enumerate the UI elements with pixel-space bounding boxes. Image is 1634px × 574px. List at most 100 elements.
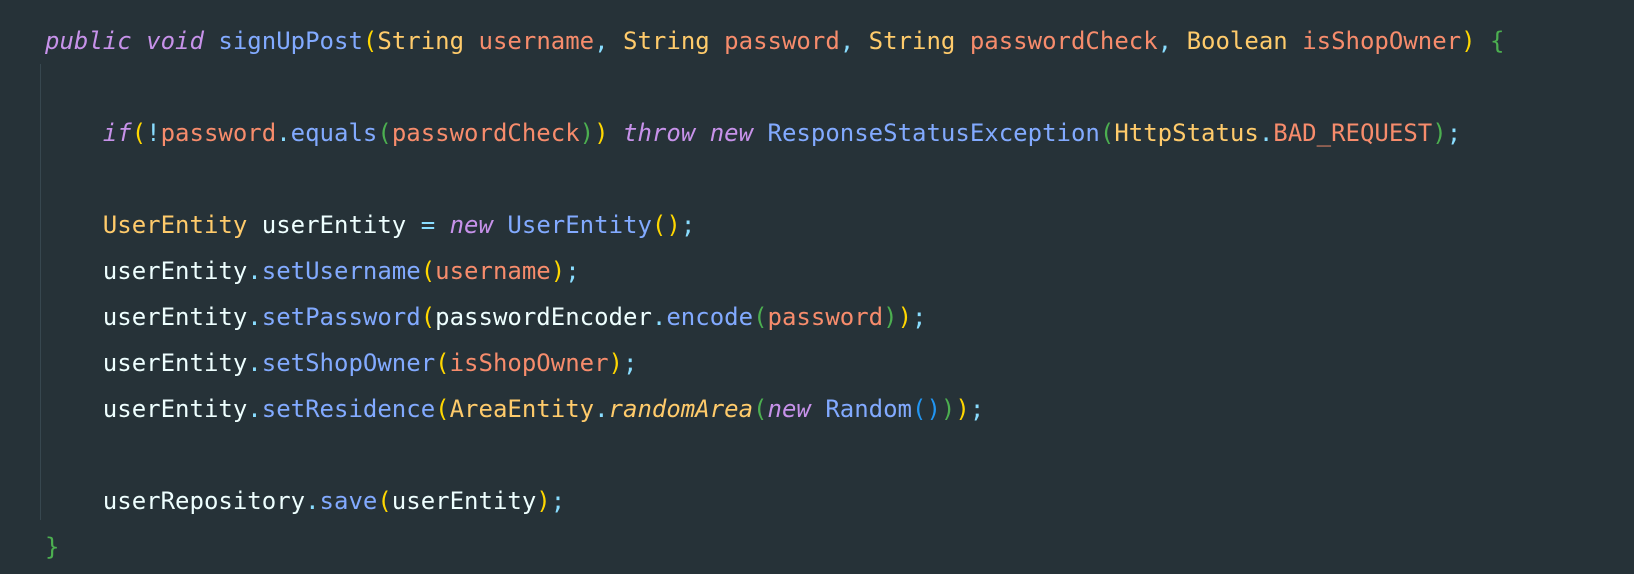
code-token: . bbox=[247, 395, 262, 423]
code-token: public bbox=[45, 27, 132, 55]
code-token: randomArea bbox=[608, 395, 754, 423]
code-token: . bbox=[594, 395, 609, 423]
indent-guide bbox=[40, 64, 41, 520]
code-line[interactable]: userEntity.setUsername(username); bbox=[45, 248, 1505, 294]
code-token: Boolean bbox=[1186, 27, 1288, 55]
code-token: ; bbox=[1446, 119, 1462, 147]
code-token: equals bbox=[290, 119, 378, 147]
code-line[interactable]: } bbox=[45, 524, 1505, 570]
code-token: . bbox=[651, 303, 667, 331]
code-token: ( bbox=[362, 27, 378, 55]
code-token: userEntity bbox=[102, 257, 248, 285]
code-token: ; bbox=[912, 303, 927, 331]
code-token: BAD_REQUEST bbox=[1273, 119, 1433, 147]
code-token: password bbox=[724, 27, 840, 55]
code-token: , bbox=[1157, 27, 1187, 55]
code-token: save bbox=[319, 487, 378, 515]
code-token: ( bbox=[377, 487, 392, 515]
code-token: AreaEntity bbox=[449, 395, 595, 423]
code-token: ( bbox=[753, 303, 768, 331]
code-line[interactable]: userRepository.save(userEntity); bbox=[45, 478, 1505, 524]
code-token: ) bbox=[1461, 27, 1476, 55]
code-line[interactable]: userEntity.setShopOwner(isShopOwner); bbox=[45, 340, 1505, 386]
code-token: isShopOwner bbox=[1302, 27, 1462, 55]
code-line[interactable]: public void signUpPost(String username, … bbox=[45, 18, 1505, 64]
code-token: String bbox=[377, 27, 465, 55]
code-line[interactable] bbox=[45, 156, 1505, 202]
code-token: ; bbox=[565, 257, 580, 285]
code-token: HttpStatus bbox=[1114, 119, 1259, 147]
code-token: ) bbox=[594, 119, 609, 147]
code-token: userEntity bbox=[102, 303, 248, 331]
code-token: . bbox=[276, 119, 291, 147]
code-token: if bbox=[102, 119, 132, 147]
code-token: () bbox=[912, 395, 941, 423]
code-token: ) bbox=[1432, 119, 1447, 147]
code-line[interactable]: userEntity.setResidence(AreaEntity.rando… bbox=[45, 386, 1505, 432]
code-token: ( bbox=[753, 395, 768, 423]
code-token: setPassword bbox=[261, 303, 421, 331]
code-token: ) bbox=[550, 257, 566, 285]
code-token: ) bbox=[897, 303, 913, 331]
code-token: ( bbox=[420, 257, 436, 285]
code-token: username bbox=[478, 27, 595, 55]
code-token: new bbox=[709, 119, 754, 147]
code-token: encode bbox=[666, 303, 754, 331]
code-token: userRepository bbox=[102, 487, 306, 515]
code-token: ) bbox=[940, 395, 956, 423]
code-line[interactable] bbox=[45, 432, 1505, 478]
code-token: void bbox=[146, 27, 204, 55]
code-editor[interactable]: public void signUpPost(String username, … bbox=[0, 0, 1634, 574]
code-token: UserEntity bbox=[507, 211, 652, 239]
code-token: . bbox=[1258, 119, 1274, 147]
code-token: setShopOwner bbox=[261, 349, 436, 377]
code-token: ; bbox=[623, 349, 638, 377]
code-token: userEntity bbox=[391, 487, 537, 515]
code-line[interactable]: if(!password.equals(passwordCheck)) thro… bbox=[45, 110, 1505, 156]
code-line[interactable] bbox=[45, 64, 1505, 110]
code-token: . bbox=[247, 257, 262, 285]
code-token: ) bbox=[536, 487, 551, 515]
code-token: ) bbox=[955, 395, 970, 423]
code-token: ( bbox=[1099, 119, 1115, 147]
code-token: . bbox=[305, 487, 320, 515]
code-token: ) bbox=[579, 119, 595, 147]
code-token: passwordEncoder bbox=[435, 303, 652, 331]
code-token: ; bbox=[550, 487, 566, 515]
code-block[interactable]: public void signUpPost(String username, … bbox=[45, 18, 1505, 570]
code-line[interactable]: UserEntity userEntity = new UserEntity()… bbox=[45, 202, 1505, 248]
code-token: Random bbox=[825, 395, 913, 423]
code-token: ) bbox=[883, 303, 898, 331]
code-token: setUsername bbox=[261, 257, 421, 285]
code-line[interactable]: userEntity.setPassword(passwordEncoder.e… bbox=[45, 294, 1505, 340]
code-token: ! bbox=[146, 119, 161, 147]
code-token: ( bbox=[377, 119, 392, 147]
code-token: , bbox=[839, 27, 869, 55]
code-token: userEntity bbox=[102, 395, 248, 423]
code-token: = bbox=[420, 211, 436, 239]
code-token: ; bbox=[680, 211, 696, 239]
code-token: , bbox=[594, 27, 624, 55]
code-token: String bbox=[623, 27, 710, 55]
code-token: ( bbox=[420, 303, 436, 331]
code-token: ) bbox=[608, 349, 623, 377]
code-token: password bbox=[767, 303, 884, 331]
code-token: ( bbox=[435, 395, 450, 423]
